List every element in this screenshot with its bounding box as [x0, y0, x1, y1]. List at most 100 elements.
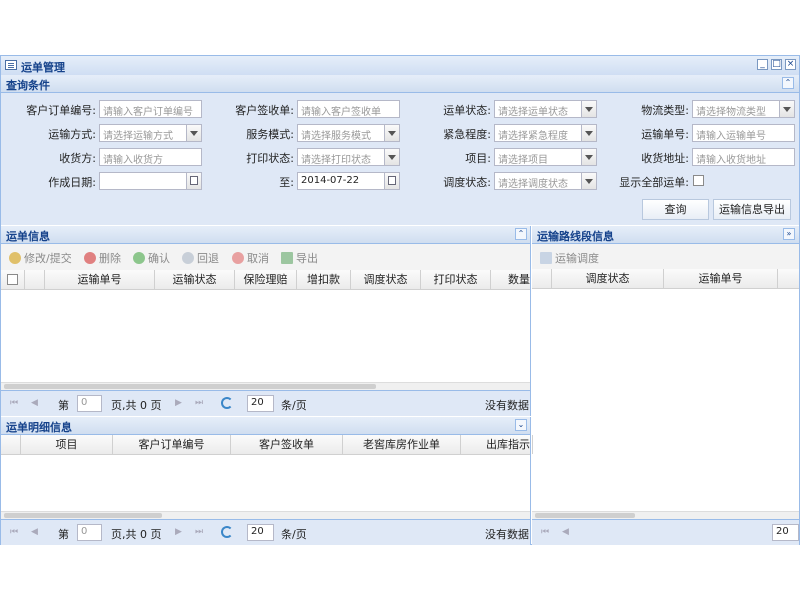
column-header[interactable]: 调度状态	[552, 269, 664, 288]
collapse-icon[interactable]: ⌃	[782, 77, 794, 89]
page-size-input[interactable]: 20	[247, 524, 274, 541]
transport-dispatch-label: 运输调度	[555, 252, 599, 265]
page-number-input[interactable]: 0	[77, 524, 102, 541]
column-header[interactable]: 客户订单编号	[113, 435, 231, 454]
edit-submit-label: 修改/提交	[24, 252, 72, 265]
chevron-down-icon[interactable]	[582, 124, 597, 142]
detail-pager: ⏮ ◀ 第 0 页,共 0 页 ▶ ⏭ 20 条/页 没有数据	[1, 519, 530, 545]
page-number-input[interactable]: 0	[77, 395, 102, 412]
transport-no-input[interactable]: 请输入运输单号	[692, 124, 795, 142]
route-toolbar: 运输调度	[532, 244, 799, 270]
waybill-panel: 运单信息 ⌃ 修改/提交 删除 确认 回退 取消 导出 运输单号 运输状态 保险…	[1, 226, 533, 416]
maximize-icon[interactable]: □	[771, 59, 782, 70]
column-header[interactable]: 打印状态	[421, 270, 491, 289]
page-label: 第	[58, 399, 69, 412]
column-header[interactable]: 运输单号	[664, 269, 778, 288]
page-size-input[interactable]: 20	[247, 395, 274, 412]
column-header[interactable]: 老窖库房作业单	[343, 435, 461, 454]
column-header[interactable]: 项目	[21, 435, 113, 454]
column-header[interactable]: 出库指示	[461, 435, 533, 454]
last-page-icon[interactable]: ⏭	[195, 399, 204, 408]
date-to-label: 至:	[279, 176, 294, 189]
refresh-icon[interactable]	[221, 397, 233, 409]
collapse-icon[interactable]: ⌃	[515, 228, 527, 240]
page-size-input[interactable]: 20	[772, 524, 799, 541]
detail-hscroll[interactable]	[1, 511, 530, 519]
column-header[interactable]: 运输状态	[155, 270, 235, 289]
column-header[interactable]: 增扣款	[297, 270, 351, 289]
consignee-input[interactable]: 请输入收货方	[99, 148, 202, 166]
export-button[interactable]: 导出	[281, 250, 318, 266]
chevron-down-icon[interactable]	[582, 148, 597, 166]
column-header[interactable]: 调度状态	[351, 270, 421, 289]
refresh-icon[interactable]	[221, 526, 233, 538]
confirm-button[interactable]: 确认	[133, 250, 170, 266]
dispatch-status-label: 调度状态:	[443, 176, 491, 189]
column-header[interactable]: 客户签收单	[231, 435, 343, 454]
customer-order-no-label: 客户订单编号:	[26, 104, 96, 117]
select-all-checkbox[interactable]	[7, 274, 18, 285]
column-header[interactable]: 运输单号	[45, 270, 155, 289]
expand-right-icon[interactable]: »	[783, 228, 795, 240]
expand-icon[interactable]: ⌄	[515, 419, 527, 431]
search-button[interactable]: 查询	[642, 199, 709, 220]
calendar-icon[interactable]	[187, 172, 202, 190]
urgency-select[interactable]: 请选择紧急程度	[494, 124, 582, 142]
scroll-thumb[interactable]	[4, 384, 376, 389]
close-icon[interactable]: ×	[785, 59, 796, 70]
chevron-down-icon[interactable]	[187, 124, 202, 142]
logistics-type-select[interactable]: 请选择物流类型	[692, 100, 780, 118]
transport-mode-select[interactable]: 请选择运输方式	[99, 124, 187, 142]
edit-submit-button[interactable]: 修改/提交	[9, 250, 72, 266]
customer-receipt-input[interactable]: 请输入客户签收单	[297, 100, 400, 118]
dispatch-status-select[interactable]: 请选择调度状态	[494, 172, 582, 190]
minimize-icon[interactable]: _	[757, 59, 768, 70]
query-panel-header: 查询条件 ⌃	[1, 75, 799, 93]
rollback-button[interactable]: 回退	[182, 250, 219, 266]
first-page-icon[interactable]: ⏮	[541, 528, 550, 537]
chevron-down-icon[interactable]	[780, 100, 795, 118]
created-date-label: 作成日期:	[48, 176, 96, 189]
first-page-icon[interactable]: ⏮	[10, 528, 19, 537]
created-date-to-input[interactable]: 2014-07-22	[297, 172, 385, 190]
cancel-button[interactable]: 取消	[232, 250, 269, 266]
export-transport-button[interactable]: 运输信息导出	[713, 199, 791, 220]
next-page-icon[interactable]: ▶	[175, 399, 184, 408]
first-page-icon[interactable]: ⏮	[10, 399, 19, 408]
scroll-thumb[interactable]	[4, 513, 162, 518]
customer-order-no-input[interactable]: 请输入客户订单编号	[99, 100, 202, 118]
detail-grid-header: 项目 客户订单编号 客户签收单 老窖库房作业单 出库指示	[1, 435, 533, 455]
detail-panel-title: 运单明细信息	[6, 421, 72, 434]
pager-status: 没有数据	[485, 399, 529, 412]
export-label: 导出	[296, 252, 318, 265]
service-mode-select[interactable]: 请选择服务模式	[297, 124, 385, 142]
prev-page-icon[interactable]: ◀	[31, 399, 40, 408]
waybill-status-select[interactable]: 请选择运单状态	[494, 100, 582, 118]
cancel-icon	[232, 252, 244, 264]
column-header[interactable]: 保险理赔	[235, 270, 297, 289]
chevron-down-icon[interactable]	[385, 124, 400, 142]
waybill-hscroll[interactable]	[1, 382, 530, 390]
scroll-thumb[interactable]	[535, 513, 635, 518]
calendar-icon[interactable]	[385, 172, 400, 190]
created-date-from-input[interactable]	[99, 172, 187, 190]
last-page-icon[interactable]: ⏭	[195, 528, 204, 537]
print-status-select[interactable]: 请选择打印状态	[297, 148, 385, 166]
chevron-down-icon[interactable]	[582, 172, 597, 190]
prev-page-icon[interactable]: ◀	[31, 528, 40, 537]
chevron-down-icon[interactable]	[385, 148, 400, 166]
route-hscroll[interactable]	[532, 511, 799, 519]
delete-label: 删除	[99, 252, 121, 265]
chevron-down-icon[interactable]	[582, 100, 597, 118]
prev-page-icon[interactable]: ◀	[562, 528, 571, 537]
project-select[interactable]: 请选择项目	[494, 148, 582, 166]
next-page-icon[interactable]: ▶	[175, 528, 184, 537]
delete-button[interactable]: 删除	[84, 250, 121, 266]
delivery-address-input[interactable]: 请输入收货地址	[692, 148, 795, 166]
transport-no-label: 运输单号:	[641, 128, 689, 141]
column-header[interactable]: 数量	[491, 270, 533, 289]
show-all-waybills-checkbox[interactable]	[693, 175, 704, 186]
project-label: 项目:	[465, 152, 491, 165]
delete-icon	[84, 252, 96, 264]
transport-dispatch-button[interactable]: 运输调度	[540, 250, 599, 266]
